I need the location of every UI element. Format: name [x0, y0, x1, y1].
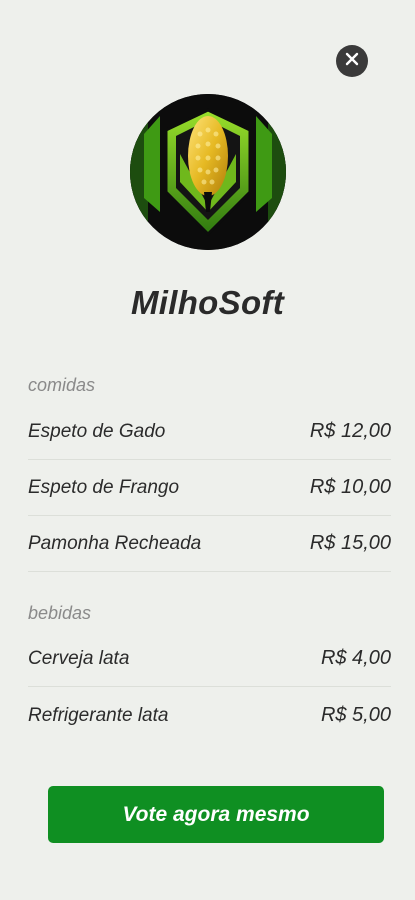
item-price: R$ 10,00 — [309, 476, 391, 498]
item-price: R$ 15,00 — [309, 532, 391, 554]
menu-item: Refrigerante lata R$ 5,00 — [28, 688, 391, 743]
item-name: Refrigerante lata — [28, 704, 169, 726]
menu-item: Cerveja lata R$ 4,00 — [28, 631, 391, 687]
section-title-comidas: comidas — [28, 375, 96, 395]
item-price: R$ 4,00 — [320, 647, 391, 669]
item-name: Cerveja lata — [28, 647, 130, 669]
vote-now-button[interactable]: Vote agora mesmo — [48, 786, 384, 843]
menu-item: Espeto de Gado R$ 12,00 — [28, 404, 391, 460]
close-button[interactable] — [336, 45, 368, 77]
menu-item: Pamonha Recheada R$ 15,00 — [28, 516, 391, 572]
item-name: Espeto de Frango — [28, 476, 180, 498]
brand-logo — [130, 94, 286, 250]
close-icon — [344, 51, 360, 72]
section-title-bebidas: bebidas — [28, 603, 92, 623]
brand-name: MilhoSoft — [131, 284, 284, 321]
item-name: Pamonha Recheada — [28, 532, 202, 554]
item-name: Espeto de Gado — [28, 420, 166, 442]
menu-item: Espeto de Frango R$ 10,00 — [28, 460, 391, 516]
item-price: R$ 12,00 — [309, 420, 391, 442]
item-price: R$ 5,00 — [320, 704, 391, 726]
